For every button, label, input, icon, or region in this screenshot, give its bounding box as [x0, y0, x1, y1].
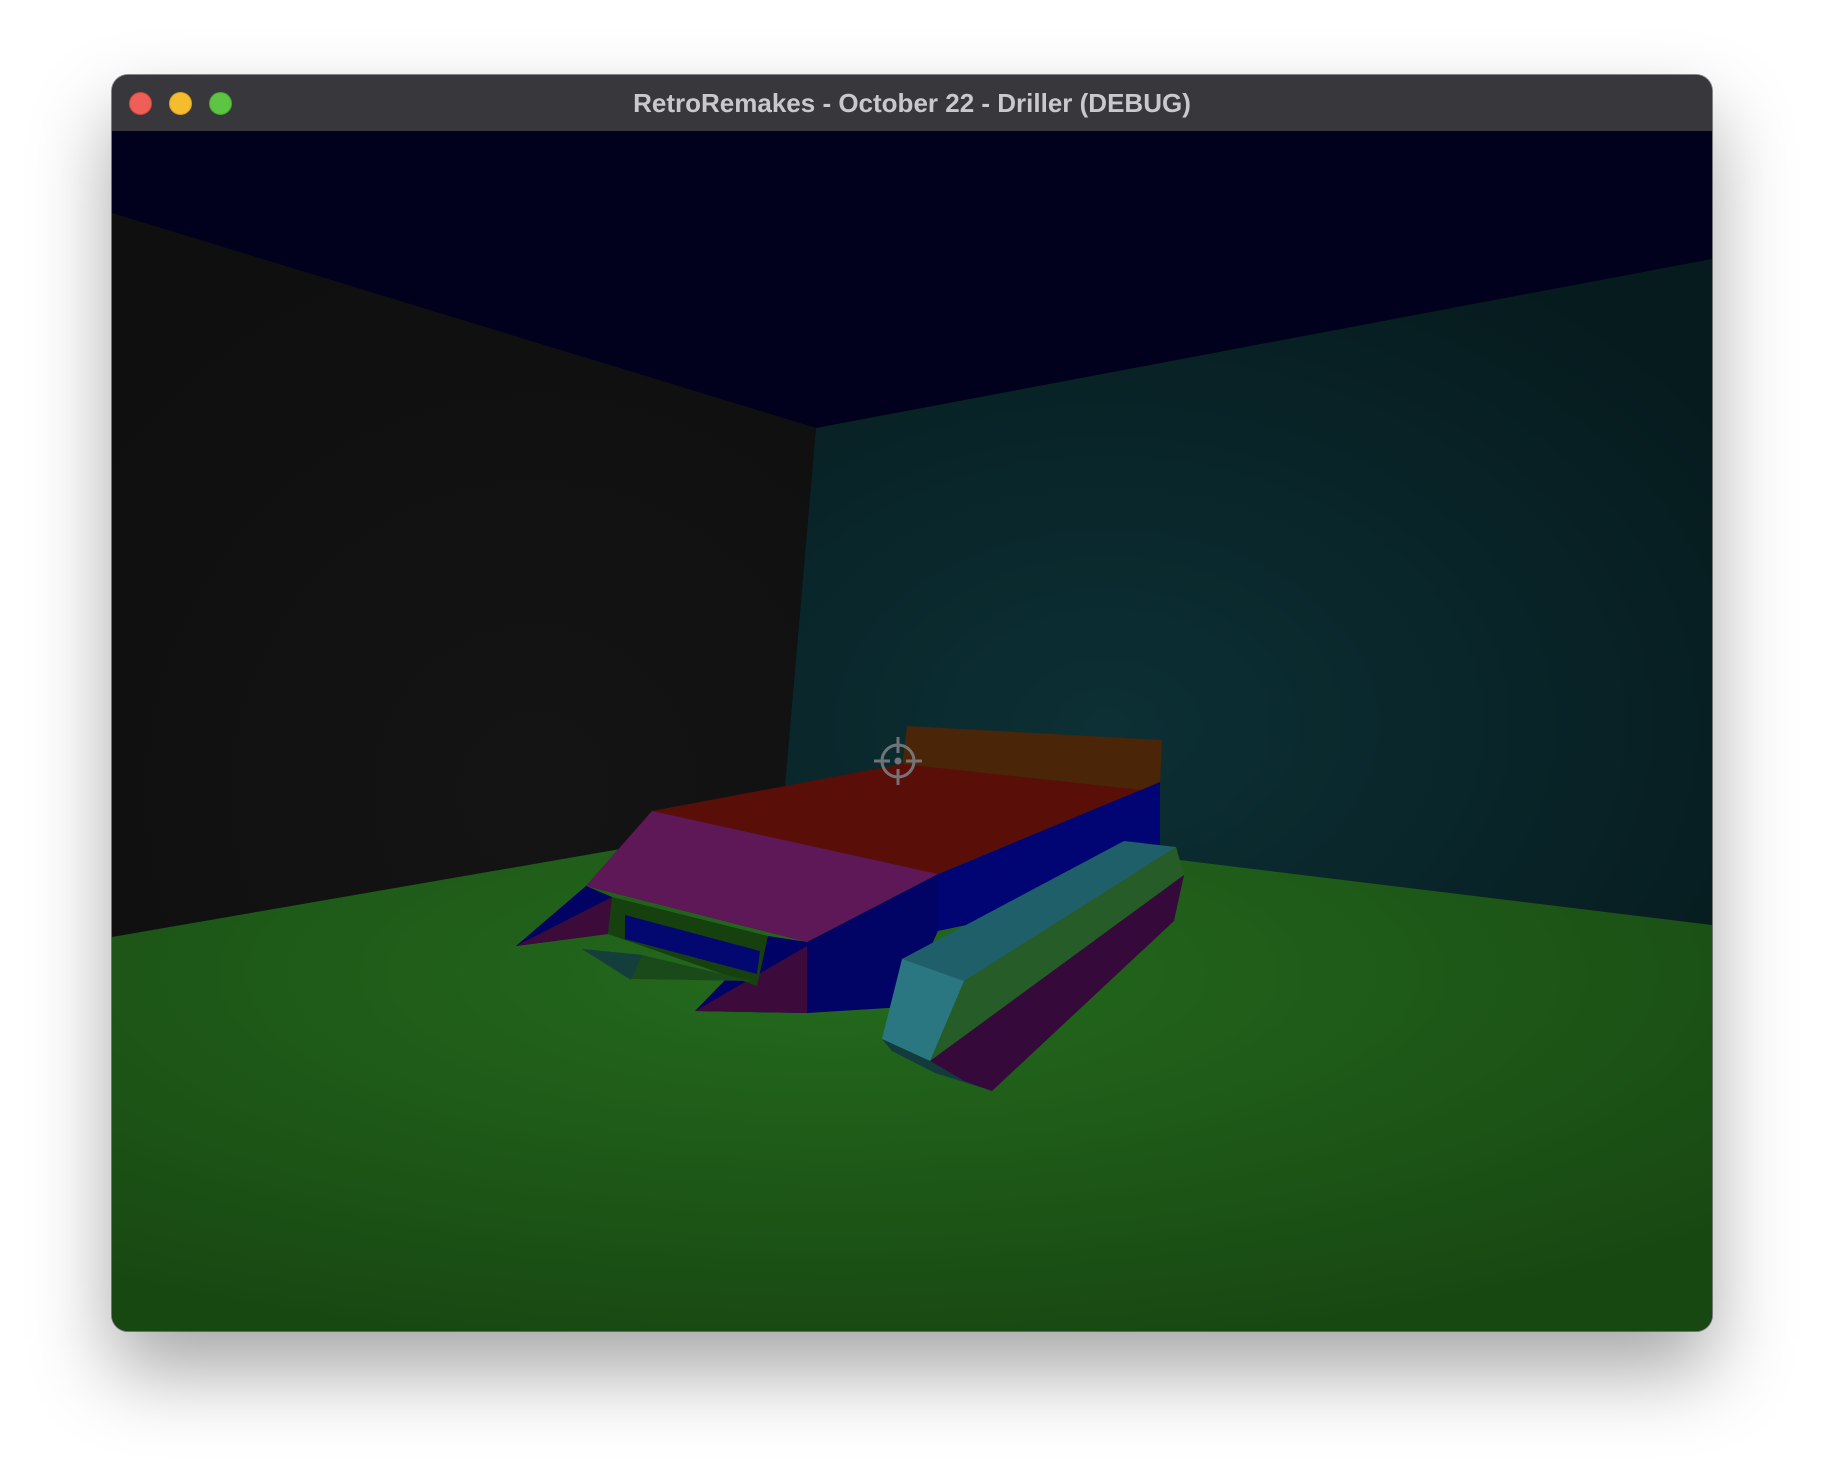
app-window: RetroRemakes - October 22 - Driller (DEB…	[112, 75, 1712, 1331]
game-scene[interactable]	[112, 131, 1712, 1331]
title-bar[interactable]: RetroRemakes - October 22 - Driller (DEB…	[112, 75, 1712, 132]
window-title: RetroRemakes - October 22 - Driller (DEB…	[633, 88, 1191, 118]
game-viewport[interactable]	[112, 131, 1712, 1331]
